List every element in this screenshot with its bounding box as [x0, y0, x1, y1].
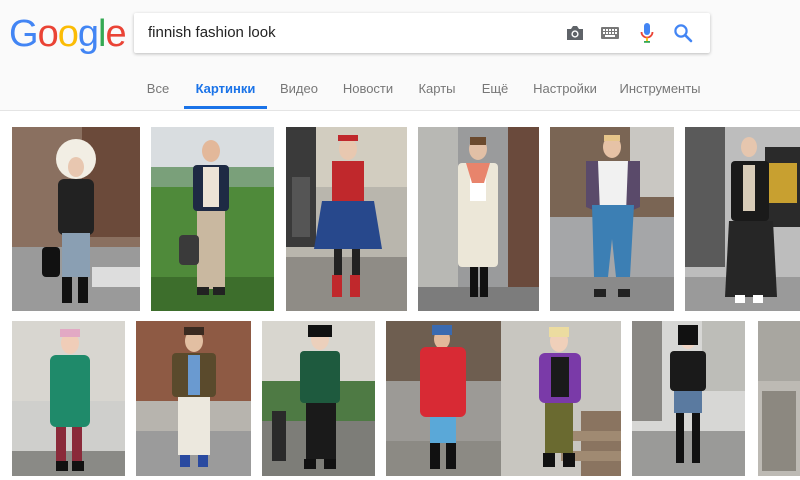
logo-letter: g	[77, 13, 99, 55]
logo-letter: o	[37, 13, 59, 55]
tab-maps[interactable]: Карты	[414, 70, 460, 109]
image-result[interactable]	[632, 321, 745, 476]
image-result[interactable]	[386, 321, 501, 476]
tab-more[interactable]: Ещё	[478, 70, 512, 109]
search-icon[interactable]	[671, 21, 695, 45]
photo-thumbnail	[758, 321, 800, 476]
photo-thumbnail	[136, 321, 251, 476]
tab-all[interactable]: Все	[140, 70, 176, 109]
image-result[interactable]	[151, 127, 274, 311]
image-result[interactable]	[286, 127, 407, 311]
tab-news[interactable]: Новости	[340, 70, 396, 109]
photo-thumbnail	[550, 127, 674, 311]
photo-thumbnail	[386, 321, 501, 476]
tab-images[interactable]: Картинки	[184, 70, 267, 109]
image-result[interactable]	[758, 321, 800, 476]
photo-thumbnail	[501, 321, 621, 476]
microphone-icon[interactable]	[635, 21, 659, 45]
image-result[interactable]	[136, 321, 251, 476]
google-logo[interactable]: Google	[9, 12, 127, 56]
photo-thumbnail	[286, 127, 407, 311]
search-header: Google finnish fashion look Все Картинки…	[0, 0, 800, 111]
search-tabs: Все Картинки Видео Новости Карты Ещё Нас…	[0, 70, 800, 110]
image-result[interactable]	[685, 127, 800, 311]
camera-icon[interactable]	[563, 21, 587, 45]
logo-letter: o	[57, 13, 79, 55]
photo-thumbnail	[262, 321, 375, 476]
image-result[interactable]	[262, 321, 375, 476]
photo-thumbnail	[685, 127, 800, 311]
photo-thumbnail	[151, 127, 274, 311]
photo-thumbnail	[632, 321, 745, 476]
logo-letter: G	[9, 13, 39, 55]
search-input[interactable]: finnish fashion look	[148, 24, 276, 41]
image-result[interactable]	[12, 321, 125, 476]
photo-thumbnail	[12, 321, 125, 476]
tab-tools[interactable]: Инструменты	[618, 70, 702, 109]
image-result[interactable]	[418, 127, 539, 311]
logo-letter: l	[97, 13, 107, 55]
image-result[interactable]	[501, 321, 621, 476]
logo-letter: e	[105, 13, 126, 55]
image-result[interactable]	[12, 127, 140, 311]
tab-video[interactable]: Видео	[276, 70, 322, 109]
photo-thumbnail	[12, 127, 140, 311]
search-box[interactable]: finnish fashion look	[134, 13, 710, 53]
tab-settings[interactable]: Настройки	[530, 70, 600, 109]
photo-thumbnail	[418, 127, 539, 311]
keyboard-icon[interactable]	[598, 21, 622, 45]
image-result[interactable]	[550, 127, 674, 311]
